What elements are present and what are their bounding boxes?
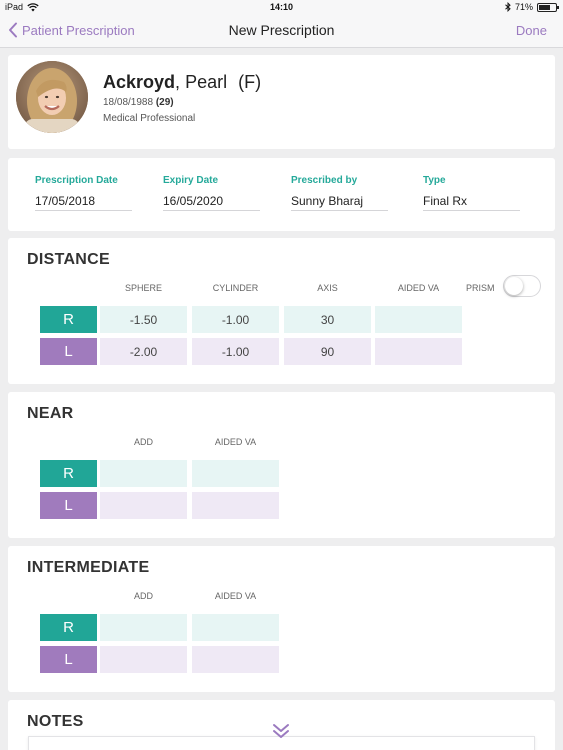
- near-card: NEAR ADD AIDED VA R L: [8, 392, 555, 538]
- column-header-cylinder: CYLINDER: [212, 283, 259, 293]
- column-header-aided-va: AIDED VA: [397, 283, 440, 293]
- notes-card: NOTES: [8, 700, 555, 750]
- column-header-aided-va: AIDED VA: [214, 591, 257, 601]
- distance-card: DISTANCE SPHERE CYLINDER AXIS AIDED VA P…: [8, 238, 555, 384]
- field-value: Final Rx: [423, 194, 520, 211]
- prism-toggle[interactable]: [503, 275, 541, 297]
- near-l-aided-va-cell[interactable]: [192, 492, 279, 519]
- double-chevron-down-icon[interactable]: [272, 722, 290, 740]
- patient-card: Ackroyd, Pearl (F) 18/08/1988 (29) Medic…: [8, 55, 555, 149]
- battery-icon: [537, 2, 559, 12]
- intermediate-l-aided-va-cell[interactable]: [192, 646, 279, 673]
- status-time: 14:10: [269, 2, 294, 12]
- battery-fill: [539, 4, 551, 10]
- field-label: Expiry Date: [163, 175, 219, 186]
- field-value: 16/05/2020: [163, 194, 260, 211]
- prescribed-by-field[interactable]: Prescribed by Sunny Bharaj: [291, 175, 388, 211]
- patient-surname: Ackroyd: [103, 72, 176, 92]
- distance-r-axis-cell[interactable]: 30: [284, 306, 371, 333]
- status-bar: iPad 14:10 71%: [0, 0, 563, 15]
- distance-l-aided-va-cell[interactable]: [375, 338, 462, 365]
- column-header-sphere: SPHERE: [124, 283, 162, 293]
- right-eye-label: R: [40, 306, 97, 333]
- prescription-info-card: Prescription Date 17/05/2018 Expiry Date…: [8, 158, 555, 231]
- intermediate-r-aided-va-cell[interactable]: [192, 614, 279, 641]
- intermediate-title: INTERMEDIATE: [27, 559, 150, 576]
- patient-first-name: Pearl: [185, 72, 228, 92]
- dob-value: 18/08/1988: [103, 97, 154, 108]
- near-title: NEAR: [27, 405, 74, 422]
- patient-age: (29): [155, 97, 174, 108]
- intermediate-r-add-cell[interactable]: [100, 614, 187, 641]
- distance-l-sphere-cell[interactable]: -2.00: [100, 338, 187, 365]
- field-label: Type: [423, 175, 446, 186]
- toggle-knob: [505, 277, 523, 295]
- name-separator: ,: [175, 72, 181, 92]
- field-label: Prescribed by: [291, 175, 358, 186]
- near-r-add-cell[interactable]: [100, 460, 187, 487]
- patient-gender: (F): [238, 72, 262, 92]
- page-title: New Prescription: [228, 22, 335, 38]
- left-eye-label: L: [40, 338, 97, 365]
- field-value: 17/05/2018: [35, 194, 132, 211]
- distance-l-cylinder-cell[interactable]: -1.00: [192, 338, 279, 365]
- distance-r-cylinder-cell[interactable]: -1.00: [192, 306, 279, 333]
- right-eye-label: R: [40, 460, 97, 487]
- column-header-aided-va: AIDED VA: [214, 437, 257, 447]
- avatar: [16, 61, 88, 133]
- type-field[interactable]: Type Final Rx: [423, 175, 520, 211]
- column-header-axis: AXIS: [317, 283, 338, 293]
- column-header-add: ADD: [133, 591, 153, 601]
- done-button[interactable]: Done: [516, 23, 547, 38]
- right-eye-label: R: [40, 614, 97, 641]
- intermediate-card: INTERMEDIATE ADD AIDED VA R L: [8, 546, 555, 692]
- column-header-add: ADD: [133, 437, 153, 447]
- distance-r-aided-va-cell[interactable]: [375, 306, 462, 333]
- near-r-aided-va-cell[interactable]: [192, 460, 279, 487]
- patient-dob: 18/08/1988 (29): [103, 97, 174, 108]
- avatar-image: [16, 61, 88, 133]
- prism-label: PRISM: [466, 283, 495, 293]
- field-value: Sunny Bharaj: [291, 194, 388, 211]
- bluetooth-icon: [505, 2, 511, 12]
- distance-title: DISTANCE: [27, 251, 110, 268]
- left-eye-label: L: [40, 646, 97, 673]
- status-right: 71%: [505, 2, 559, 12]
- patient-name: Ackroyd, Pearl (F): [103, 72, 261, 93]
- prescription-date-field[interactable]: Prescription Date 17/05/2018: [35, 175, 132, 211]
- patient-occupation: Medical Professional: [103, 113, 196, 124]
- intermediate-l-add-cell[interactable]: [100, 646, 187, 673]
- field-label: Prescription Date: [35, 175, 118, 186]
- notes-title: NOTES: [27, 713, 84, 730]
- expiry-date-field[interactable]: Expiry Date 16/05/2020: [163, 175, 260, 211]
- left-eye-label: L: [40, 492, 97, 519]
- near-l-add-cell[interactable]: [100, 492, 187, 519]
- distance-l-axis-cell[interactable]: 90: [284, 338, 371, 365]
- distance-r-sphere-cell[interactable]: -1.50: [100, 306, 187, 333]
- nav-bar: Patient Prescription New Prescription Do…: [0, 15, 563, 48]
- battery-percent: 71%: [514, 2, 533, 12]
